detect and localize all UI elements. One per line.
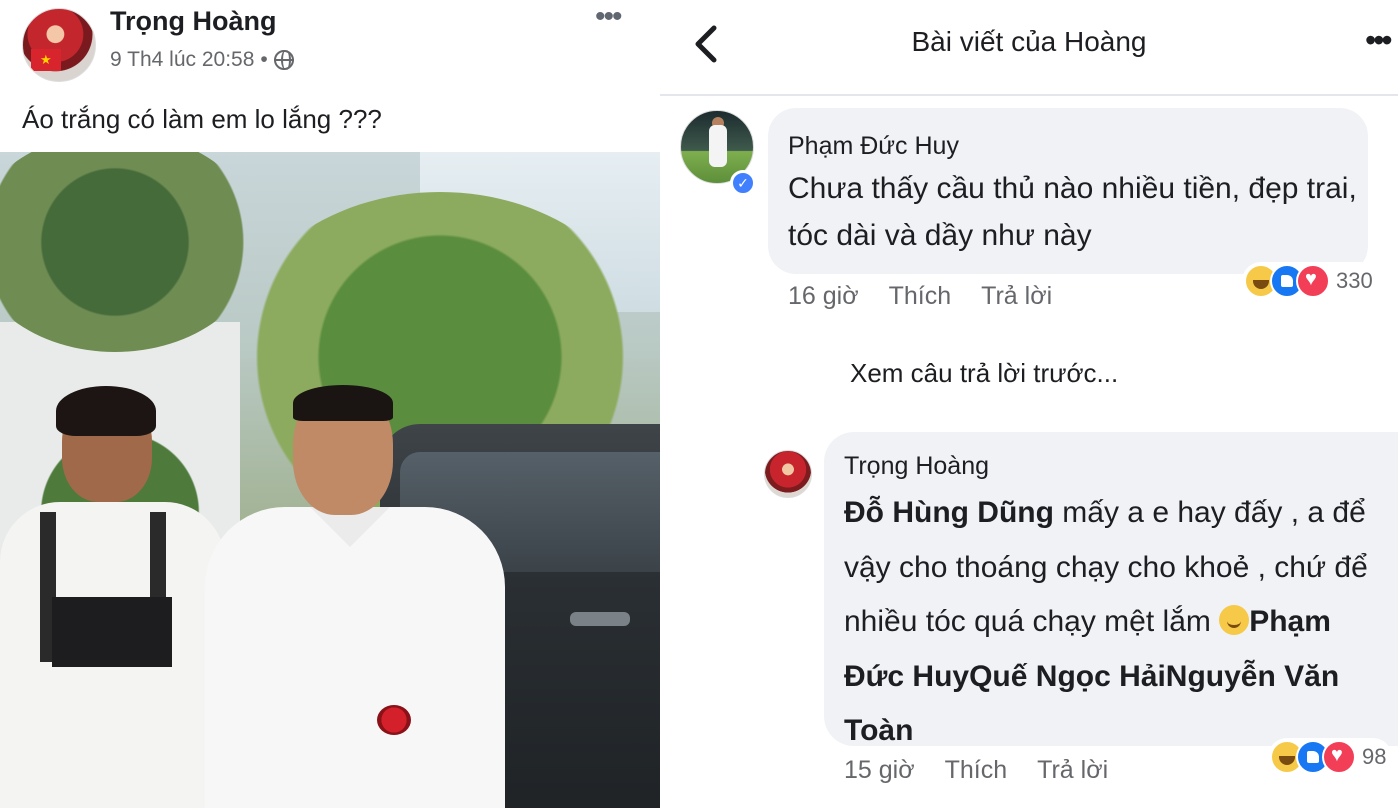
- mention-tag[interactable]: Đỗ Hùng Dũng: [844, 496, 1054, 529]
- reply-time: 15 giờ: [844, 756, 915, 784]
- post-author-name[interactable]: Trọng Hoàng: [110, 6, 276, 37]
- shirt-print: [52, 597, 172, 667]
- like-button[interactable]: Thích: [889, 282, 952, 311]
- avatar-player-body: [709, 125, 727, 167]
- comment-actions: 16 giờ Thích Trả lời: [788, 282, 1052, 311]
- author-avatar[interactable]: ★: [22, 8, 96, 82]
- comment-bubble: Phạm Đức Huy Chưa thấy cầu thủ nào nhiều…: [768, 108, 1368, 274]
- comment-time: 16 giờ: [788, 282, 859, 310]
- reply-text: Đỗ Hùng Dũng mấy a e hay đấy , a để vậy …: [844, 486, 1384, 759]
- boy-hair: [56, 386, 156, 436]
- reply-button[interactable]: Trả lời: [1037, 756, 1108, 785]
- post-photo[interactable]: [0, 152, 660, 808]
- post-panel: ★ Trọng Hoàng 9 Th4 lúc 20:58 • ••• Áo t…: [0, 0, 660, 808]
- reply-author[interactable]: Trọng Hoàng: [844, 452, 989, 481]
- smile-emoji-icon: [1219, 605, 1250, 636]
- meta-separator: •: [260, 48, 268, 71]
- comments-panel: Bài viết của Hoàng ••• ✓ Phạm Đức Huy Ch…: [660, 0, 1398, 808]
- post-meta: 9 Th4 lúc 20:58 •: [110, 48, 294, 72]
- rose-brooch: [377, 705, 411, 735]
- love-reaction-icon: [1296, 264, 1330, 298]
- post-timestamp[interactable]: 9 Th4 lúc 20:58: [110, 48, 254, 72]
- comments-topbar: Bài viết của Hoàng •••: [660, 0, 1398, 96]
- man-hair: [293, 385, 393, 421]
- post-header: ★ Trọng Hoàng 9 Th4 lúc 20:58 • •••: [0, 0, 660, 90]
- comment-text: Chưa thấy cầu thủ nào nhiều tiền, đẹp tr…: [788, 172, 1357, 252]
- reply-button[interactable]: Trả lời: [981, 282, 1052, 311]
- star-icon: ★: [40, 52, 52, 67]
- reply-author-avatar[interactable]: [764, 450, 812, 498]
- photo-person-man: [205, 385, 505, 808]
- man-shirt: [205, 507, 505, 808]
- photo-person-boy: [0, 386, 230, 808]
- reaction-summary[interactable]: 330: [1242, 262, 1379, 300]
- reply-actions: 15 giờ Thích Trả lời: [844, 756, 1108, 785]
- reaction-count: 330: [1336, 268, 1373, 293]
- love-reaction-icon: [1322, 740, 1356, 774]
- verified-badge-icon: ✓: [730, 170, 756, 196]
- reaction-summary[interactable]: 98: [1268, 738, 1393, 776]
- mention-tag[interactable]: Quế Ngọc Hải: [969, 660, 1166, 693]
- topbar-title: Bài viết của Hoàng: [911, 26, 1147, 57]
- topbar-more-icon[interactable]: •••: [1365, 22, 1393, 59]
- reaction-count: 98: [1362, 744, 1387, 769]
- post-text: Áo trắng có làm em lo lắng ???: [22, 104, 382, 134]
- globe-icon: [273, 50, 294, 70]
- post-more-icon[interactable]: •••: [595, 0, 622, 34]
- photo-car-handle: [570, 612, 630, 626]
- view-previous-replies-link[interactable]: Xem câu trả lời trước...: [850, 358, 1118, 389]
- comment-author[interactable]: Phạm Đức Huy: [788, 132, 959, 161]
- reply-bubble: Trọng Hoàng Đỗ Hùng Dũng mấy a e hay đấy…: [824, 432, 1398, 747]
- like-button[interactable]: Thích: [945, 756, 1008, 785]
